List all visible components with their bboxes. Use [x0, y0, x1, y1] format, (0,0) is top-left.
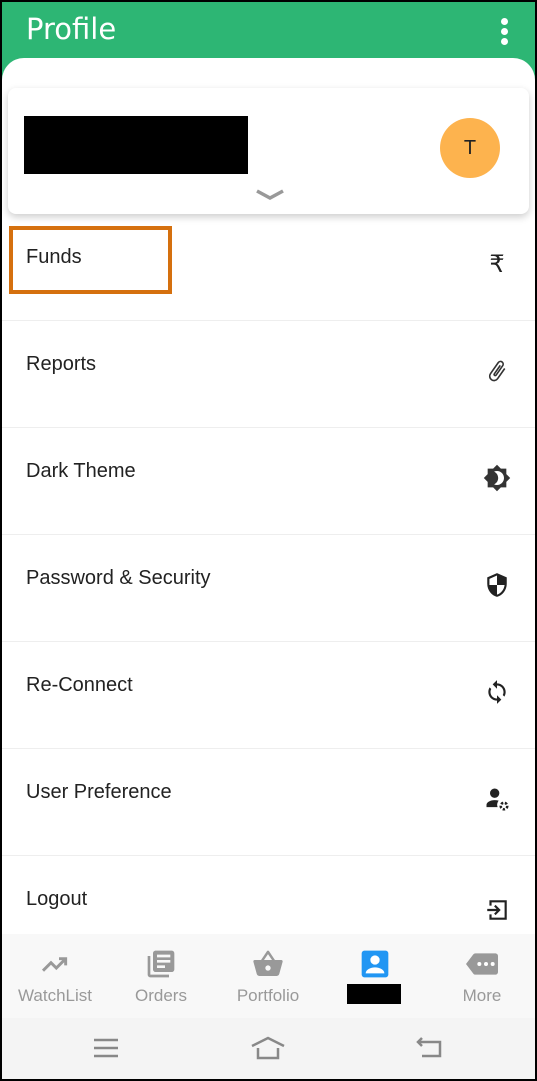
- menu-item-label: Dark Theme: [26, 460, 136, 482]
- menu-item-label: Re-Connect: [26, 674, 133, 696]
- trending-up-icon: [41, 957, 68, 972]
- tab-label: WatchList: [17, 986, 92, 1005]
- account-name-redacted: [24, 116, 248, 174]
- tab-portfolio[interactable]: Portfolio: [215, 934, 321, 1018]
- menu-item-label: Password & Security: [26, 567, 211, 589]
- recent-apps-icon[interactable]: [86, 1032, 126, 1064]
- more-tag-icon: [466, 953, 498, 975]
- highlight-box-funds: [9, 226, 172, 294]
- more-vert-icon[interactable]: [499, 18, 509, 48]
- chevron-down-icon[interactable]: [254, 188, 286, 202]
- back-icon[interactable]: [410, 1032, 450, 1064]
- menu-item-label: Reports: [26, 353, 97, 375]
- tab-watchlist[interactable]: WatchList: [2, 934, 108, 1018]
- menu-item-user-preference[interactable]: User Preference: [2, 749, 535, 856]
- tab-label: More: [462, 986, 502, 1005]
- paperclip-icon: [483, 357, 511, 385]
- rupee-icon: ₹: [489, 250, 505, 278]
- menu-item-dark-theme[interactable]: Dark Theme: [2, 428, 535, 535]
- menu-item-label: User Preference: [26, 781, 172, 803]
- sync-icon: [483, 678, 511, 706]
- avatar[interactable]: T: [440, 118, 500, 178]
- tab-label: Portfolio: [236, 986, 300, 1005]
- tab-orders[interactable]: Orders: [108, 934, 214, 1018]
- home-icon[interactable]: [248, 1032, 288, 1064]
- system-navigation-bar: [2, 1018, 535, 1079]
- bottom-navigation: WatchList Orders Portfolio More: [2, 934, 535, 1018]
- menu-item-label: Logout: [26, 888, 88, 910]
- profile-menu: Funds ₹ Reports Dark Theme Password & Se…: [2, 214, 535, 962]
- basket-icon: [253, 950, 283, 976]
- menu-item-reconnect[interactable]: Re-Connect: [2, 642, 535, 749]
- tab-more[interactable]: More: [429, 934, 535, 1018]
- avatar-initial: T: [463, 136, 477, 159]
- brightness-icon: [483, 464, 511, 492]
- tab-label-redacted: [347, 984, 401, 1004]
- account-card[interactable]: T: [8, 88, 529, 214]
- tab-label: Orders: [135, 986, 187, 1005]
- tab-profile[interactable]: [322, 934, 428, 1018]
- page-title: Profile: [26, 12, 117, 46]
- app-screen: Profile T Funds ₹ Reports Dark Theme Pas…: [2, 2, 535, 1079]
- shield-icon: [483, 571, 511, 599]
- logout-icon: [483, 896, 511, 924]
- menu-item-reports[interactable]: Reports: [2, 321, 535, 428]
- orders-icon: [147, 950, 175, 978]
- profile-icon: [361, 950, 389, 978]
- user-settings-icon: [483, 785, 511, 813]
- menu-item-password-security[interactable]: Password & Security: [2, 535, 535, 642]
